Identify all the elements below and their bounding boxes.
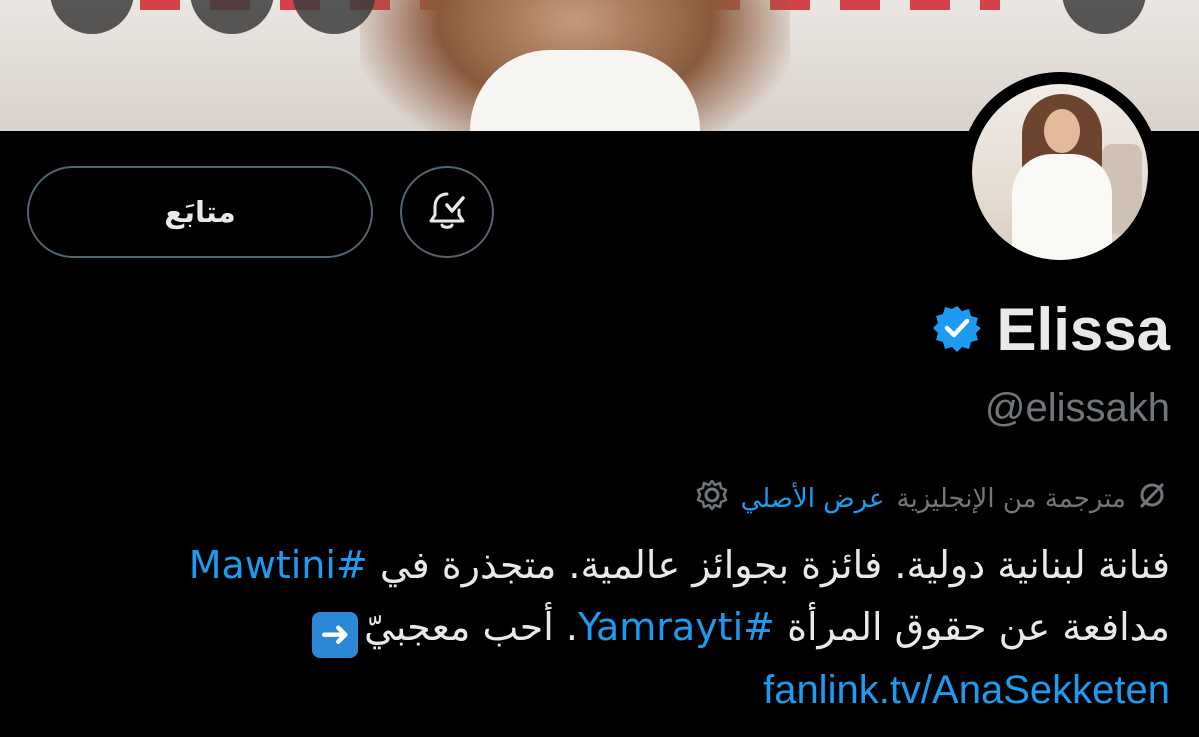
bell-check-icon [425, 188, 469, 236]
gear-icon[interactable] [695, 478, 729, 519]
profile-bio: فنانة لبنانية دولية. فائزة بجوائز عالمية… [40, 534, 1170, 658]
avatar-body [1012, 154, 1112, 260]
avatar[interactable] [960, 72, 1160, 272]
banner-action-button[interactable] [190, 0, 274, 34]
hashtag-link[interactable]: #Yamrayti [578, 605, 775, 649]
verified-badge-icon[interactable] [932, 304, 981, 356]
back-button[interactable] [50, 0, 134, 34]
bio-line-2: مدافعة عن حقوق المرأة #Yamrayti. أحب معج… [40, 596, 1170, 658]
bio-website-link[interactable]: fanlink.tv/AnaSekketen [763, 668, 1170, 713]
translation-row: مترجمة من الإنجليزية عرض الأصلي [695, 478, 1166, 519]
profile-name-row: Elissa [932, 296, 1170, 363]
following-button[interactable]: متابَع [27, 166, 373, 258]
following-button-label: متابَع [164, 195, 236, 229]
more-options-button[interactable] [1062, 0, 1146, 34]
avatar-photo [972, 84, 1148, 260]
bio-line-1: فنانة لبنانية دولية. فائزة بجوائز عالمية… [40, 534, 1170, 596]
hashtag-link[interactable]: #Mawtini [189, 543, 368, 587]
notifications-button[interactable] [400, 166, 494, 258]
arrow-right-icon: ➜ [312, 612, 359, 658]
translate-icon [1138, 481, 1166, 516]
show-original-link[interactable]: عرض الأصلي [741, 484, 885, 514]
bio-text: . أحب معجبيّ [364, 605, 578, 649]
avatar-face [1044, 109, 1080, 153]
bio-text: فنانة لبنانية دولية. فائزة بجوائز عالمية… [367, 543, 1170, 587]
bio-text: مدافعة عن حقوق المرأة [774, 605, 1170, 649]
translation-status: مترجمة من الإنجليزية [896, 483, 1126, 514]
display-name: Elissa [996, 296, 1170, 363]
user-handle: @elissakh [984, 386, 1170, 430]
